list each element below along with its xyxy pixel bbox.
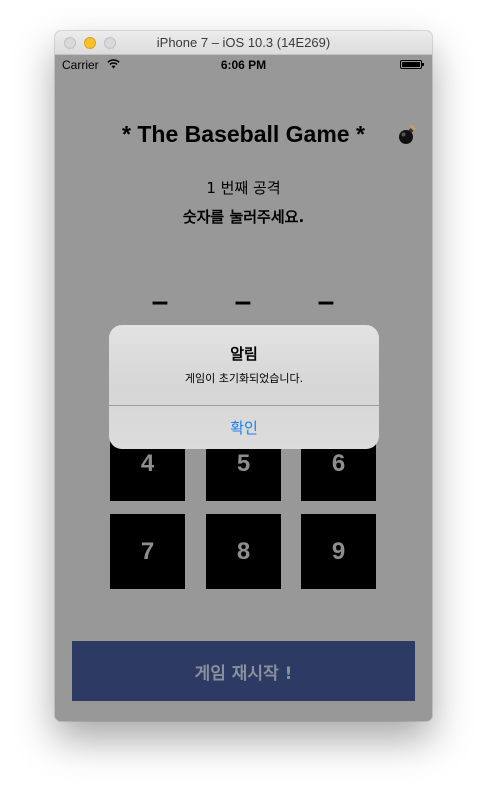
restart-game-button[interactable]: 게임 재시작 !	[72, 641, 415, 701]
window-titlebar: iPhone 7 – iOS 10.3 (14E269)	[55, 31, 432, 55]
digit-slot-1: –	[151, 285, 169, 318]
alert-message: 게임이 초기화되었습니다.	[184, 372, 304, 385]
prompt-text: 숫자를 눌러주세요.	[182, 208, 305, 226]
round-text: 1 번째 공격	[206, 179, 281, 197]
battery-icon	[400, 60, 424, 69]
device-screen: Carrier 6:06 PM * The Baseball Game * 1 …	[55, 55, 432, 721]
alert-title: 알림	[230, 345, 258, 363]
digit-slot-3: –	[317, 285, 335, 318]
keypad-key-7[interactable]: 7	[110, 514, 185, 589]
status-time: 6:06 PM	[220, 58, 267, 72]
window-title: iPhone 7 – iOS 10.3 (14E269)	[156, 35, 331, 50]
alert-dialog: 알림 게임이 초기화되었습니다. 확인	[109, 325, 379, 449]
status-bar: Carrier 6:06 PM	[55, 55, 432, 75]
alert-confirm-button[interactable]: 확인	[109, 406, 379, 449]
keypad-key-9[interactable]: 9	[301, 514, 376, 589]
keypad-key-8[interactable]: 8	[206, 514, 281, 589]
bomb-icon	[399, 125, 417, 144]
digit-slot-2: –	[234, 285, 252, 318]
simulator-window: iPhone 7 – iOS 10.3 (14E269) Carrier 6:0…	[55, 31, 432, 721]
game-title: * The Baseball Game *	[122, 121, 365, 147]
